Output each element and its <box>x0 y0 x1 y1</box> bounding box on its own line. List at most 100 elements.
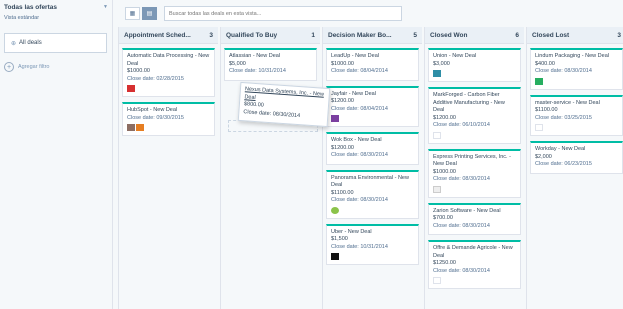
deal-card[interactable]: HubSpot - New Deal Close date: 09/30/201… <box>122 102 215 136</box>
deal-card[interactable]: Offre & Demande Agricole - New Deal $125… <box>428 240 521 289</box>
stage-column-closed-won: Closed Won 6 Union - New Deal $3,000 Mark… <box>424 27 524 309</box>
deal-name[interactable]: Panorama Environmental - New Deal <box>331 175 414 190</box>
deal-close-date: Close date: 08/30/2014 <box>535 68 592 74</box>
view-title[interactable]: Todas las ofertas <box>4 4 57 11</box>
toolbar: ▦ ▤ <box>113 0 623 27</box>
deal-amount: $700.00 <box>433 215 453 221</box>
all-deals-filter[interactable]: ⊕ All deals <box>4 33 107 53</box>
sidebar: Todas las ofertas ▼ Vista estándar ⊕ All… <box>0 0 113 309</box>
column-header: Closed Won 6 <box>425 27 524 44</box>
deal-name[interactable]: Offre & Demande Agricole - New Deal <box>433 245 516 260</box>
deal-card[interactable]: master-service - New Deal $1100.00 Close… <box>530 94 623 136</box>
deal-close-date: Close date: 09/30/2015 <box>127 114 184 121</box>
deal-card[interactable]: LeadUp - New Deal $1000.00 Close date: 0… <box>326 48 419 81</box>
deal-card[interactable]: Union - New Deal $3,000 <box>428 48 521 82</box>
company-logo-icon <box>535 124 543 131</box>
column-body: Atlassian - New Deal $5,000 Close date: … <box>221 44 320 90</box>
deal-amount: $1000.00 <box>331 60 354 67</box>
deal-card[interactable]: Jayfair - New Deal $1200.00 Close date: … <box>326 85 419 127</box>
deal-amount: $1200.00 <box>331 144 354 151</box>
company-logo-icon <box>433 277 441 284</box>
deal-name[interactable]: MarkForged - Carbon Fiber Additive Manuf… <box>433 92 516 115</box>
deal-amount: $1250.00 <box>433 260 456 266</box>
deal-card[interactable]: Workday - New Deal $2,000 Close date: 06… <box>530 141 623 174</box>
deal-card[interactable]: Atlassian - New Deal $5,000 Close date: … <box>224 48 317 81</box>
deal-close-date: Close date: 10/31/2014 <box>229 68 286 74</box>
deal-name[interactable]: Atlassian - New Deal <box>229 53 312 61</box>
deal-amount: $1200.00 <box>433 114 456 121</box>
deal-name[interactable]: Automatic Data Processing - New Deal <box>127 53 210 68</box>
deal-amount: $1200.00 <box>331 98 354 104</box>
column-title: Appointment Sched... <box>124 31 191 39</box>
deal-close-date: Close date: 02/28/2015 <box>127 75 184 82</box>
deal-card[interactable]: Lindum Packaging - New Deal $400.00 Clos… <box>530 48 623 90</box>
add-filter-button[interactable]: + Agregar filtro <box>4 62 50 72</box>
column-title: Decision Maker Bo... <box>328 31 392 39</box>
deal-amount: $1,500 <box>331 236 348 242</box>
deal-name[interactable]: LeadUp - New Deal <box>331 53 414 61</box>
deal-close-date: Close date: 08/30/2014 <box>331 197 388 203</box>
deal-name[interactable]: Workday - New Deal <box>535 146 618 154</box>
deal-card[interactable]: Panorama Environmental - New Deal $1100.… <box>326 169 419 219</box>
board-view-button[interactable]: ▦ <box>125 7 140 20</box>
deal-close-date: Close date: 06/23/2015 <box>535 161 592 167</box>
table-view-button[interactable]: ▤ <box>142 7 157 20</box>
filter-icon: ⊕ <box>11 40 17 47</box>
deal-name[interactable]: Express Printing Services, Inc. - New De… <box>433 154 516 169</box>
deal-name[interactable]: Lindum Packaging - New Deal <box>535 53 618 61</box>
deal-name[interactable]: Zarion Software - New Deal <box>433 208 516 216</box>
deal-card[interactable]: Uber - New Deal $1,500 Close date: 10/31… <box>326 223 419 265</box>
column-header: Decision Maker Bo... 5 <box>323 27 422 44</box>
deal-name[interactable]: Wok Box - New Deal <box>331 137 414 145</box>
deal-close-date: Close date: 06/10/2014 <box>433 122 490 128</box>
deal-name[interactable]: master-service - New Deal <box>535 100 618 108</box>
column-count: 6 <box>515 31 519 39</box>
company-logo-icon <box>535 77 543 85</box>
stage-column-appointment: Appointment Sched... 3 Automatic Data Pro… <box>118 27 218 309</box>
deal-close-date: Close date: 08/04/2014 <box>331 105 388 112</box>
deal-name[interactable]: Jayfair - New Deal <box>331 91 414 99</box>
company-logo-icon <box>127 124 135 131</box>
deal-name[interactable]: Union - New Deal <box>433 53 516 61</box>
column-header: Appointment Sched... 3 <box>119 27 218 44</box>
deal-close-date: Close date: 10/31/2014 <box>331 243 388 250</box>
column-count: 3 <box>209 31 213 39</box>
column-count: 3 <box>617 31 621 39</box>
column-title: Closed Lost <box>532 31 570 39</box>
dragged-deal-card[interactable]: Nexus Data Systems, Inc. - New Deal $800… <box>237 81 331 128</box>
filter-label: All deals <box>19 40 42 46</box>
deal-card[interactable]: Express Printing Services, Inc. - New De… <box>428 148 521 198</box>
deal-close-date: Close date: 08/30/2014 <box>433 267 490 274</box>
deal-amount: $400.00 <box>535 60 555 67</box>
grid-icon: ▦ <box>129 11 136 17</box>
company-logo-icon <box>331 206 339 214</box>
list-icon: ▤ <box>146 11 153 17</box>
deal-name[interactable]: Uber - New Deal <box>331 229 414 237</box>
company-logo-icon <box>127 85 135 92</box>
company-logo-icon <box>433 70 441 77</box>
column-body: Automatic Data Processing - New Deal $10… <box>119 44 218 145</box>
deal-amount: $1000.00 <box>127 68 150 74</box>
search-input[interactable] <box>164 6 402 21</box>
deal-card[interactable]: Automatic Data Processing - New Deal $10… <box>122 48 215 97</box>
deal-card[interactable]: MarkForged - Carbon Fiber Additive Manuf… <box>428 87 521 144</box>
company-logo-icon <box>433 131 441 139</box>
deal-amount: $5,000 <box>229 60 246 67</box>
deal-amount: $1000.00 <box>433 168 456 175</box>
deal-close-date: Close date: 08/30/2014 <box>433 176 490 182</box>
deal-close-date: Close date: 08/30/2014 <box>433 222 490 229</box>
deal-card[interactable]: Zarion Software - New Deal $700.00 Close… <box>428 202 521 235</box>
column-body: LeadUp - New Deal $1000.00 Close date: 0… <box>323 44 422 274</box>
company-logo-icon <box>136 124 144 131</box>
deal-amount: $2,000 <box>535 153 552 160</box>
deal-card[interactable]: Wok Box - New Deal $1200.00 Close date: … <box>326 132 419 165</box>
deal-close-date: Close date: 08/30/2014 <box>331 152 388 158</box>
deal-name[interactable]: HubSpot - New Deal <box>127 107 210 115</box>
deal-amount: $1100.00 <box>535 107 558 113</box>
company-logo-icon <box>433 185 441 193</box>
deal-amount: $3,000 <box>433 60 450 67</box>
column-title: Qualified To Buy <box>226 31 278 39</box>
column-count: 1 <box>311 31 315 39</box>
column-header: Closed Lost 3 <box>527 27 623 44</box>
chevron-down-icon[interactable]: ▼ <box>103 4 108 10</box>
